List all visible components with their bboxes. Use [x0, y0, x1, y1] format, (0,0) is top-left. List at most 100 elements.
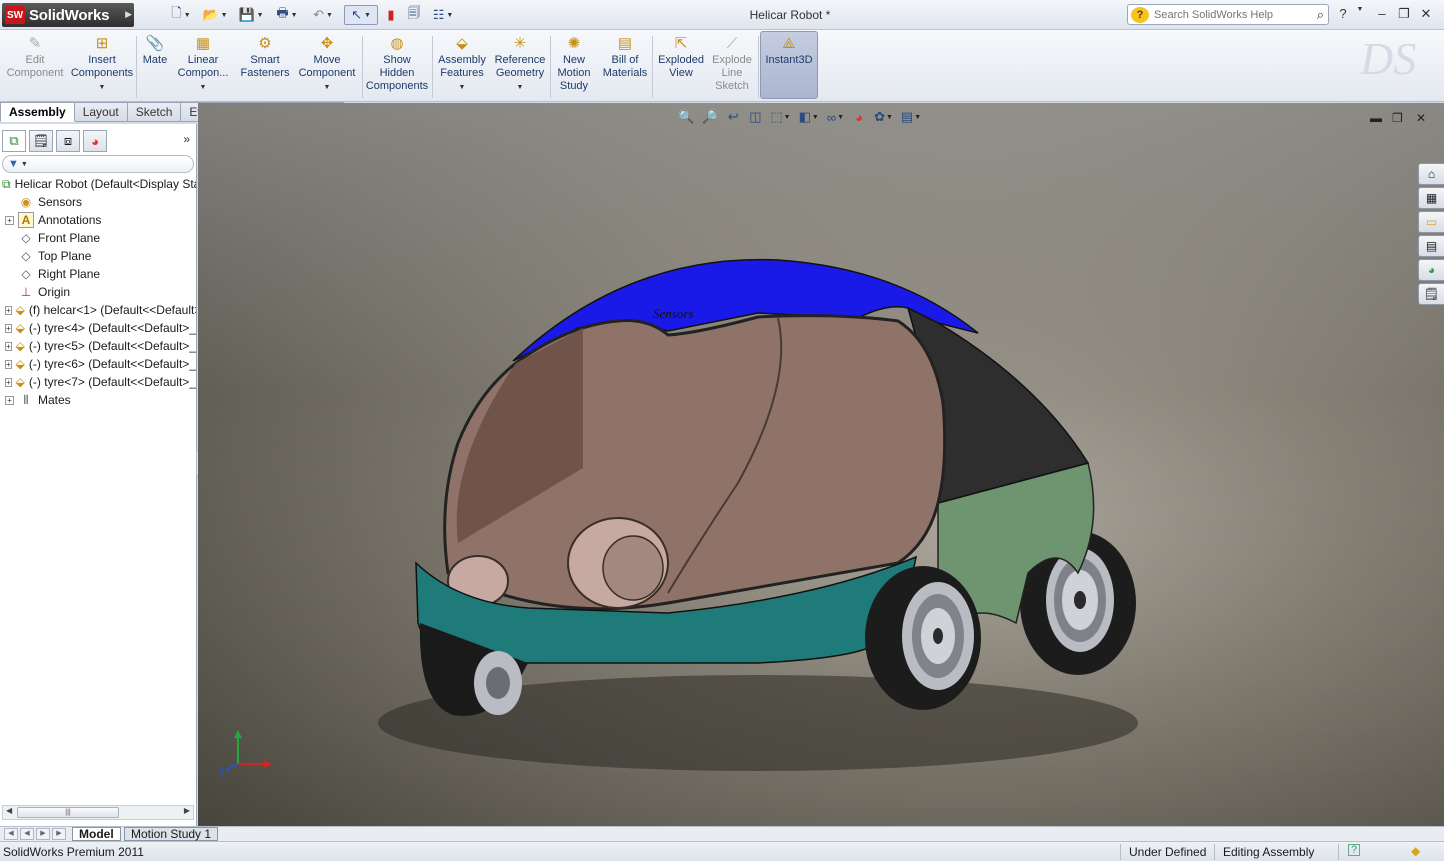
- viewport-minimize-button[interactable]: ▬: [1370, 111, 1382, 125]
- view-palette-tab[interactable]: ▤: [1418, 235, 1444, 257]
- tab-sketch[interactable]: Sketch: [127, 102, 182, 122]
- last-tab-button[interactable]: ▶: [52, 828, 66, 840]
- tree-item[interactable]: + A Annotations: [0, 211, 196, 229]
- search-icon[interactable]: ⌕: [1317, 7, 1324, 23]
- graphics-area[interactable]: Sensors 🔍 🔎 ↩ ◫ ⬚ ▼ ◧ ▼ ∞ ▼ ◕ ✿ ▼ ▤ ▼ ▬ ❐ ✕ ⌂…: [198, 103, 1444, 826]
- tree-item[interactable]: ◉ Sensors: [0, 193, 196, 211]
- options-button[interactable]: ☷ ▼: [428, 5, 458, 25]
- chevron-double-right-icon[interactable]: »: [183, 132, 190, 146]
- tree-item[interactable]: +⬙(-) tyre<4> (Default<<Default>_Display…: [0, 319, 196, 337]
- assembly-features-button[interactable]: ⬙ Assembly Features ▼: [434, 32, 490, 100]
- first-tab-button[interactable]: ◀: [4, 828, 18, 840]
- section-view-button[interactable]: ◫: [746, 107, 764, 127]
- tree-item[interactable]: + ⫴ Mates: [0, 391, 196, 409]
- undo-button[interactable]: ↶ ▼: [308, 5, 338, 25]
- instant3d-button[interactable]: ⟁ Instant3D: [760, 32, 818, 100]
- appearances-tab[interactable]: ◕: [1418, 259, 1444, 281]
- tree-item[interactable]: +⬙(-) tyre<5> (Default<<Default>_Display…: [0, 337, 196, 355]
- tab-model[interactable]: Model: [72, 827, 121, 841]
- view-settings-icon: ▤: [900, 109, 914, 124]
- expand-plus-icon[interactable]: +: [5, 215, 14, 225]
- chevron-down-icon[interactable]: ▼: [517, 81, 524, 94]
- tree-item[interactable]: +⬙(-) tyre<6> (Default<<Default>_Display…: [0, 355, 196, 373]
- edit-appearance-button[interactable]: ◕: [850, 107, 868, 127]
- tab-layout[interactable]: Layout: [74, 102, 128, 122]
- display-style-button[interactable]: ◧ ▼: [797, 107, 821, 127]
- chevron-down-icon[interactable]: ▼: [99, 81, 106, 94]
- help-search-box[interactable]: ? ⌕: [1127, 4, 1329, 25]
- configuration-manager-tab[interactable]: ⧈: [56, 130, 80, 152]
- chevron-down-icon[interactable]: ▼: [324, 81, 331, 94]
- rebuild-button[interactable]: ▮: [382, 5, 400, 25]
- expand-plus-icon[interactable]: +: [5, 305, 12, 315]
- tree-item[interactable]: ⊥ Origin: [0, 283, 196, 301]
- scroll-right-icon[interactable]: ▶: [184, 806, 190, 815]
- file-properties-button[interactable]: 🗐: [404, 5, 424, 25]
- tree-item[interactable]: ◇ Right Plane: [0, 265, 196, 283]
- custom-properties-tab[interactable]: 🗒: [1418, 283, 1444, 305]
- next-tab-button[interactable]: ▶: [36, 828, 50, 840]
- close-button[interactable]: ✕: [1416, 6, 1436, 22]
- view-settings-button[interactable]: ▤ ▼: [899, 107, 923, 127]
- mate-button[interactable]: 📎 Mate: [138, 32, 172, 100]
- chevron-down-icon[interactable]: ▼: [1350, 6, 1370, 13]
- scroll-left-icon[interactable]: ◀: [6, 806, 12, 815]
- show-hidden-components-button[interactable]: ◍ Show Hidden Components: [364, 32, 430, 100]
- zoom-to-area-button[interactable]: 🔎: [700, 107, 720, 127]
- open-button[interactable]: 📂 ▼: [200, 5, 230, 25]
- chevron-down-icon[interactable]: ▼: [200, 81, 207, 94]
- feature-manager-tab[interactable]: ⧉: [2, 130, 26, 152]
- tree-horizontal-scrollbar[interactable]: ◀ ||| ▶: [2, 805, 194, 820]
- print-button[interactable]: 🖶 ▼: [272, 5, 302, 25]
- expand-plus-icon[interactable]: +: [5, 395, 14, 405]
- tab-assembly[interactable]: Assembly: [0, 102, 75, 122]
- tree-item[interactable]: +⬙(f) helcar<1> (Default<<Default>_Displ…: [0, 301, 196, 319]
- solidworks-resources-tab[interactable]: ⌂: [1418, 163, 1444, 185]
- help-search-input[interactable]: [1154, 8, 1294, 21]
- edit-component-button[interactable]: ✎ Edit Component: [2, 32, 68, 100]
- previous-view-button[interactable]: ↩: [724, 107, 742, 127]
- solidworks-menu-button[interactable]: SW SolidWorks ▶: [2, 3, 134, 27]
- tree-item[interactable]: ◇ Top Plane: [0, 247, 196, 265]
- tree-item[interactable]: ◇ Front Plane: [0, 229, 196, 247]
- file-explorer-tab[interactable]: ▭: [1418, 211, 1444, 233]
- minimize-button[interactable]: –: [1372, 6, 1392, 21]
- linear-component-pattern-button[interactable]: ▦ Linear Compon... ▼: [174, 32, 232, 100]
- smart-fasteners-button[interactable]: ⚙ Smart Fasteners: [236, 32, 294, 100]
- save-button[interactable]: 💾 ▼: [236, 5, 266, 25]
- tag-icon[interactable]: ◆: [1411, 844, 1420, 858]
- restore-button[interactable]: ❐: [1394, 6, 1414, 22]
- view-orientation-button[interactable]: ⬚ ▼: [768, 107, 792, 127]
- expand-plus-icon[interactable]: +: [5, 359, 12, 369]
- expand-plus-icon[interactable]: +: [5, 323, 12, 333]
- move-component-button[interactable]: ✥ Move Component ▼: [296, 32, 358, 100]
- tree-filter[interactable]: ▼ ▼: [2, 155, 194, 173]
- viewport-close-button[interactable]: ✕: [1416, 111, 1426, 125]
- expand-plus-icon[interactable]: +: [5, 341, 12, 351]
- zoom-to-fit-button[interactable]: 🔍: [676, 107, 696, 127]
- new-motion-study-button[interactable]: ✺ New Motion Study: [552, 32, 596, 100]
- tree-root-item[interactable]: ⧉Helicar Robot (Default<Display State-1>…: [0, 175, 196, 193]
- chevron-down-icon[interactable]: ▼: [459, 81, 466, 94]
- viewport-restore-button[interactable]: ❐: [1392, 111, 1403, 125]
- chevron-down-icon: ▼: [914, 113, 922, 121]
- exploded-view-button[interactable]: ⇱ Exploded View: [654, 32, 708, 100]
- explode-line-sketch-button[interactable]: ⟋ Explode Line Sketch: [710, 32, 754, 100]
- hide-show-items-button[interactable]: ∞ ▼: [825, 107, 846, 127]
- prev-tab-button[interactable]: ◀: [20, 828, 34, 840]
- select-button[interactable]: ↖ ▼: [344, 5, 378, 25]
- design-library-tab[interactable]: ▦: [1418, 187, 1444, 209]
- assembly-features-label: Assembly Features: [438, 54, 486, 79]
- expand-plus-icon[interactable]: +: [5, 377, 12, 387]
- display-manager-tab[interactable]: ◕: [83, 130, 107, 152]
- property-manager-tab[interactable]: 🗒: [29, 130, 53, 152]
- bill-of-materials-button[interactable]: ▤ Bill of Materials: [598, 32, 652, 100]
- scrollbar-thumb[interactable]: |||: [17, 807, 119, 818]
- new-document-button[interactable]: 🗋 ▼: [166, 5, 196, 25]
- quick-tips-icon[interactable]: ?: [1348, 844, 1360, 856]
- insert-components-button[interactable]: ⊞ Insert Components ▼: [70, 32, 134, 100]
- reference-geometry-button[interactable]: ✳ Reference Geometry ▼: [492, 32, 548, 100]
- tab-motion-study-1[interactable]: Motion Study 1: [124, 827, 219, 841]
- apply-scene-button[interactable]: ✿ ▼: [872, 107, 895, 127]
- tree-item[interactable]: +⬙(-) tyre<7> (Default<<Default>_Display…: [0, 373, 196, 391]
